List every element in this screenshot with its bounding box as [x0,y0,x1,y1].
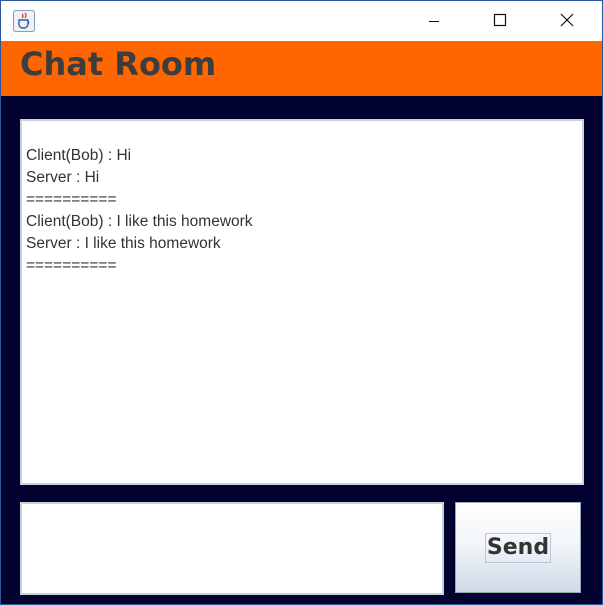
title-bar[interactable] [1,1,602,41]
send-button[interactable]: Send [455,502,581,593]
maximize-button[interactable] [477,1,523,41]
chat-window: Chat Room Client(Bob) : Hi Server : Hi =… [0,0,603,605]
page-title: Chat Room [20,45,217,83]
chat-separator: ========== [26,257,117,274]
minimize-button[interactable] [411,1,457,41]
close-button[interactable] [544,1,590,41]
minimize-icon [428,12,440,31]
chat-message: Client(Bob) : I like this homework [26,213,253,230]
java-cup-icon[interactable] [13,10,35,32]
close-icon [560,12,574,31]
chat-message: Server : I like this homework [26,235,221,252]
maximize-icon [493,12,507,31]
send-button-label: Send [484,532,552,563]
chat-message: Server : Hi [26,169,100,186]
chat-separator: ========== [26,191,117,208]
header-banner: Chat Room [1,41,602,96]
chat-log[interactable]: Client(Bob) : Hi Server : Hi ========== … [20,119,584,485]
message-input[interactable] [20,502,444,595]
chat-message: Client(Bob) : Hi [26,147,132,164]
chat-message-list: Client(Bob) : Hi Server : Hi ========== … [26,145,253,277]
